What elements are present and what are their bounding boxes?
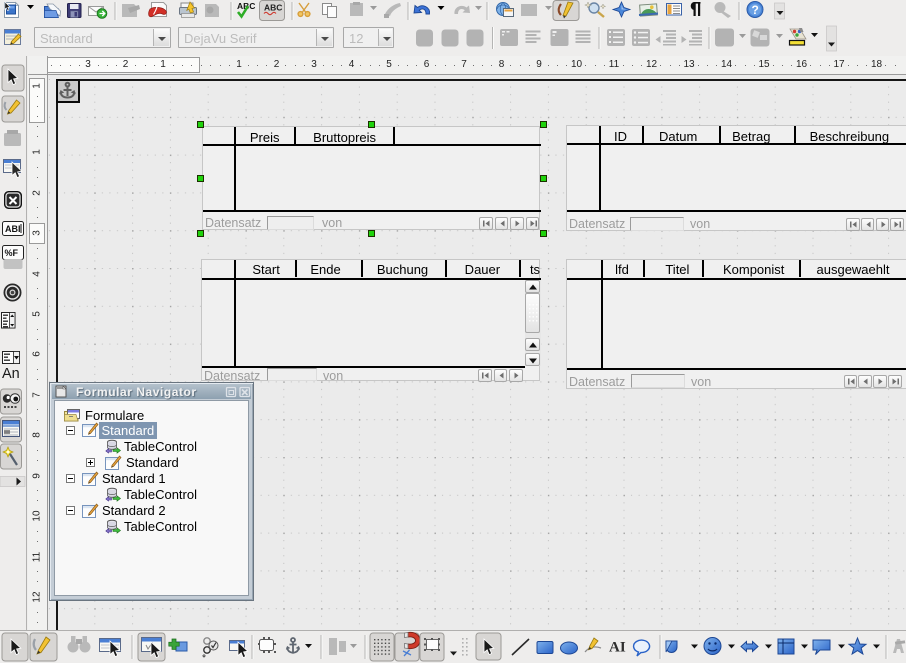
svg-text:An: An bbox=[2, 366, 20, 382]
svg-text:AI: AI bbox=[609, 640, 626, 656]
svg-text:%F: %F bbox=[5, 248, 19, 258]
svg-text:ABI: ABI bbox=[5, 224, 21, 234]
svg-text:?: ? bbox=[752, 3, 759, 17]
svg-text:ABC: ABC bbox=[264, 3, 282, 13]
